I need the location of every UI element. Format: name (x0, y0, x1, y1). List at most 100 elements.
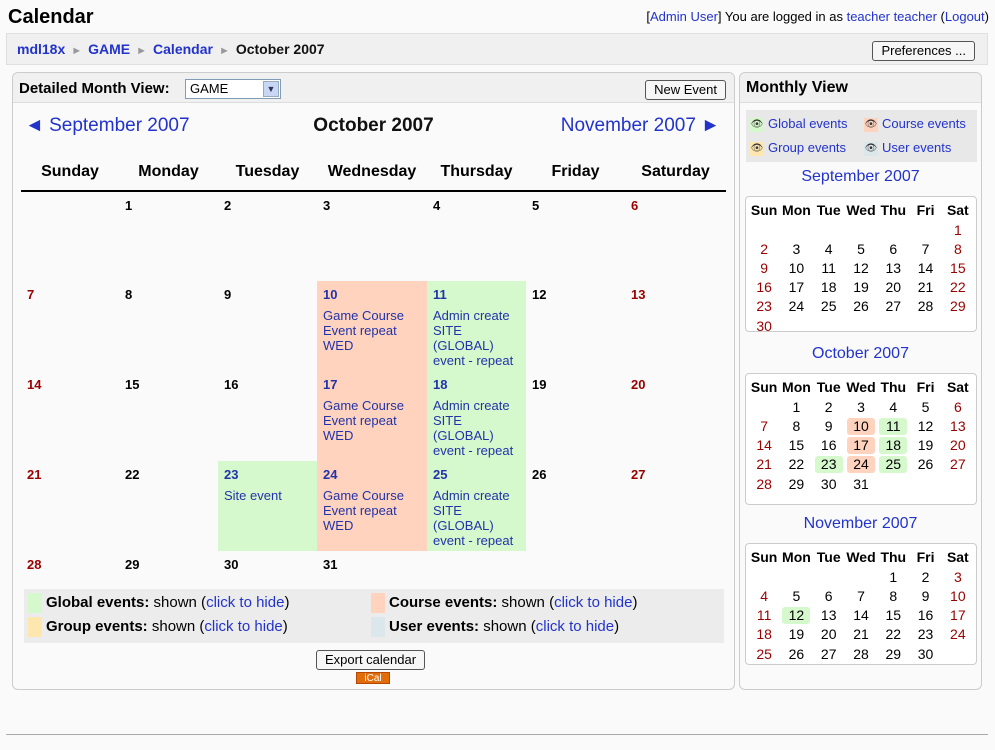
mini-day-cell[interactable]: 15 (942, 259, 974, 278)
mini-day-number[interactable]: 19 (782, 626, 810, 643)
calendar-day-cell[interactable]: 27 (625, 461, 726, 551)
calendar-day-cell[interactable]: 17 Game Course Event repeat WED (317, 371, 427, 461)
mini-day-number[interactable]: 11 (879, 418, 908, 435)
mini-day-number[interactable]: 13 (815, 607, 843, 624)
event-link[interactable]: Game Course Event repeat WED (323, 488, 421, 533)
mini-day-number[interactable]: 14 (750, 437, 778, 454)
mini-day-number[interactable]: 9 (750, 260, 778, 277)
new-event-button[interactable]: New Event (645, 80, 726, 100)
mini-day-number[interactable]: 13 (944, 418, 972, 435)
mini-day-cell[interactable]: 21 (909, 278, 941, 297)
mini-day-number[interactable]: 11 (815, 260, 843, 277)
day-number-link[interactable]: 1 (125, 198, 212, 213)
mini-day-number[interactable]: 15 (944, 260, 972, 277)
mini-day-cell[interactable]: 23 (748, 297, 780, 316)
mini-day-number[interactable]: 8 (944, 241, 972, 258)
mini-day-number[interactable]: 5 (782, 588, 810, 605)
mini-day-cell[interactable]: 19 (909, 436, 941, 455)
mini-day-cell[interactable]: 30 (813, 474, 845, 494)
mini-day-cell[interactable]: 13 (877, 259, 909, 278)
event-link[interactable]: Admin create SITE (GLOBAL) event - repea… (433, 398, 520, 458)
toggle-group-events-link[interactable]: Group events (768, 140, 846, 155)
mini-day-number[interactable]: 22 (944, 279, 972, 296)
mini-day-number[interactable]: 25 (750, 646, 778, 663)
mini-day-cell[interactable]: 24 (942, 625, 974, 644)
mini-day-number[interactable]: 3 (847, 399, 875, 416)
mini-day-number[interactable]: 23 (912, 626, 940, 643)
hide-user-events-link[interactable]: click to hide (536, 618, 614, 635)
mini-day-number[interactable]: 26 (782, 646, 810, 663)
mini-day-cell[interactable]: 12 (845, 259, 877, 278)
day-number-link[interactable]: 20 (631, 377, 720, 392)
mini-day-number[interactable]: 4 (750, 588, 778, 605)
mini-day-cell[interactable]: 27 (813, 644, 845, 664)
mini-day-cell[interactable]: 29 (780, 474, 812, 494)
calendar-day-cell[interactable]: 11 Admin create SITE (GLOBAL) event - rep… (427, 281, 526, 371)
mini-day-number[interactable]: 5 (912, 399, 940, 416)
mini-day-cell[interactable]: 18 (877, 436, 909, 455)
mini-day-number[interactable]: 17 (782, 279, 810, 296)
mini-day-number[interactable]: 1 (879, 569, 907, 586)
day-number-link[interactable]: 14 (27, 377, 113, 392)
next-month-link[interactable]: November 2007 ► (561, 115, 720, 137)
mini-day-number[interactable]: 22 (879, 626, 907, 643)
admin-user-link[interactable]: Admin User (650, 9, 718, 24)
sidebar-legend-course[interactable]: 👁 Course events (864, 116, 966, 132)
mini-day-number[interactable]: 19 (912, 437, 940, 454)
mini-day-number[interactable]: 6 (944, 399, 972, 416)
mini-day-cell[interactable]: 6 (813, 587, 845, 606)
mini-day-number[interactable]: 24 (782, 298, 810, 315)
mini-day-number[interactable]: 29 (944, 298, 972, 315)
mini-day-cell[interactable]: 8 (780, 417, 812, 436)
mini-day-cell[interactable]: 15 (780, 436, 812, 455)
hide-global-events-link[interactable]: click to hide (206, 594, 284, 611)
mini-day-cell[interactable]: 24 (780, 297, 812, 316)
mini-day-number[interactable]: 16 (912, 607, 940, 624)
mini-day-number[interactable]: 30 (750, 318, 778, 335)
sidebar-legend-global[interactable]: 👁 Global events (750, 116, 848, 132)
calendar-day-cell[interactable]: 7 (21, 281, 119, 371)
mini-day-number[interactable]: 29 (782, 476, 810, 493)
calendar-day-cell[interactable]: 20 (625, 371, 726, 461)
calendar-day-cell[interactable]: 14 (21, 371, 119, 461)
day-number-link[interactable]: 8 (125, 287, 212, 302)
mini-day-cell[interactable]: 16 (909, 606, 941, 625)
mini-day-number[interactable]: 28 (912, 298, 940, 315)
mini-day-cell[interactable]: 6 (942, 397, 974, 417)
mini-day-number[interactable]: 8 (879, 588, 907, 605)
mini-day-number[interactable]: 3 (944, 569, 972, 586)
mini-day-number[interactable]: 10 (944, 588, 972, 605)
mini-day-cell[interactable]: 1 (780, 397, 812, 417)
mini-day-cell[interactable]: 9 (748, 259, 780, 278)
eye-icon[interactable]: 👁 (750, 141, 764, 156)
mini-day-cell[interactable]: 11 (748, 606, 780, 625)
day-number-link[interactable]: 18 (433, 377, 520, 392)
mini-day-number[interactable]: 1 (944, 222, 972, 239)
event-link[interactable]: Site event (224, 488, 311, 503)
day-number-link[interactable]: 4 (433, 198, 520, 213)
calendar-day-cell[interactable]: 5 (526, 191, 625, 281)
mini-day-number[interactable]: 18 (815, 279, 843, 296)
mini-day-cell[interactable]: 3 (780, 240, 812, 259)
calendar-day-cell[interactable]: 12 (526, 281, 625, 371)
day-number-link[interactable]: 19 (532, 377, 619, 392)
calendar-day-cell[interactable]: 13 (625, 281, 726, 371)
mini-day-number[interactable]: 30 (912, 646, 940, 663)
mini-day-cell[interactable]: 10 (942, 587, 974, 606)
day-number-link[interactable]: 9 (224, 287, 311, 302)
mini-day-cell[interactable]: 18 (813, 278, 845, 297)
mini-day-number[interactable]: 31 (847, 476, 875, 493)
calendar-day-cell[interactable]: 19 (526, 371, 625, 461)
mini-day-cell[interactable]: 26 (780, 644, 812, 664)
mini-day-number[interactable]: 16 (815, 437, 843, 454)
export-calendar-button[interactable]: Export calendar (316, 650, 426, 670)
mini-day-cell[interactable]: 5 (845, 240, 877, 259)
mini-day-cell[interactable]: 25 (877, 455, 909, 474)
eye-icon[interactable]: 👁 (750, 117, 764, 132)
mini-day-cell[interactable]: 22 (780, 455, 812, 474)
day-number-link[interactable]: 29 (125, 557, 212, 572)
calendar-day-cell[interactable]: 22 (119, 461, 218, 551)
mini-day-number[interactable]: 10 (846, 418, 875, 435)
mini-day-number[interactable]: 17 (846, 437, 875, 454)
mini-day-cell[interactable]: 2 (813, 397, 845, 417)
